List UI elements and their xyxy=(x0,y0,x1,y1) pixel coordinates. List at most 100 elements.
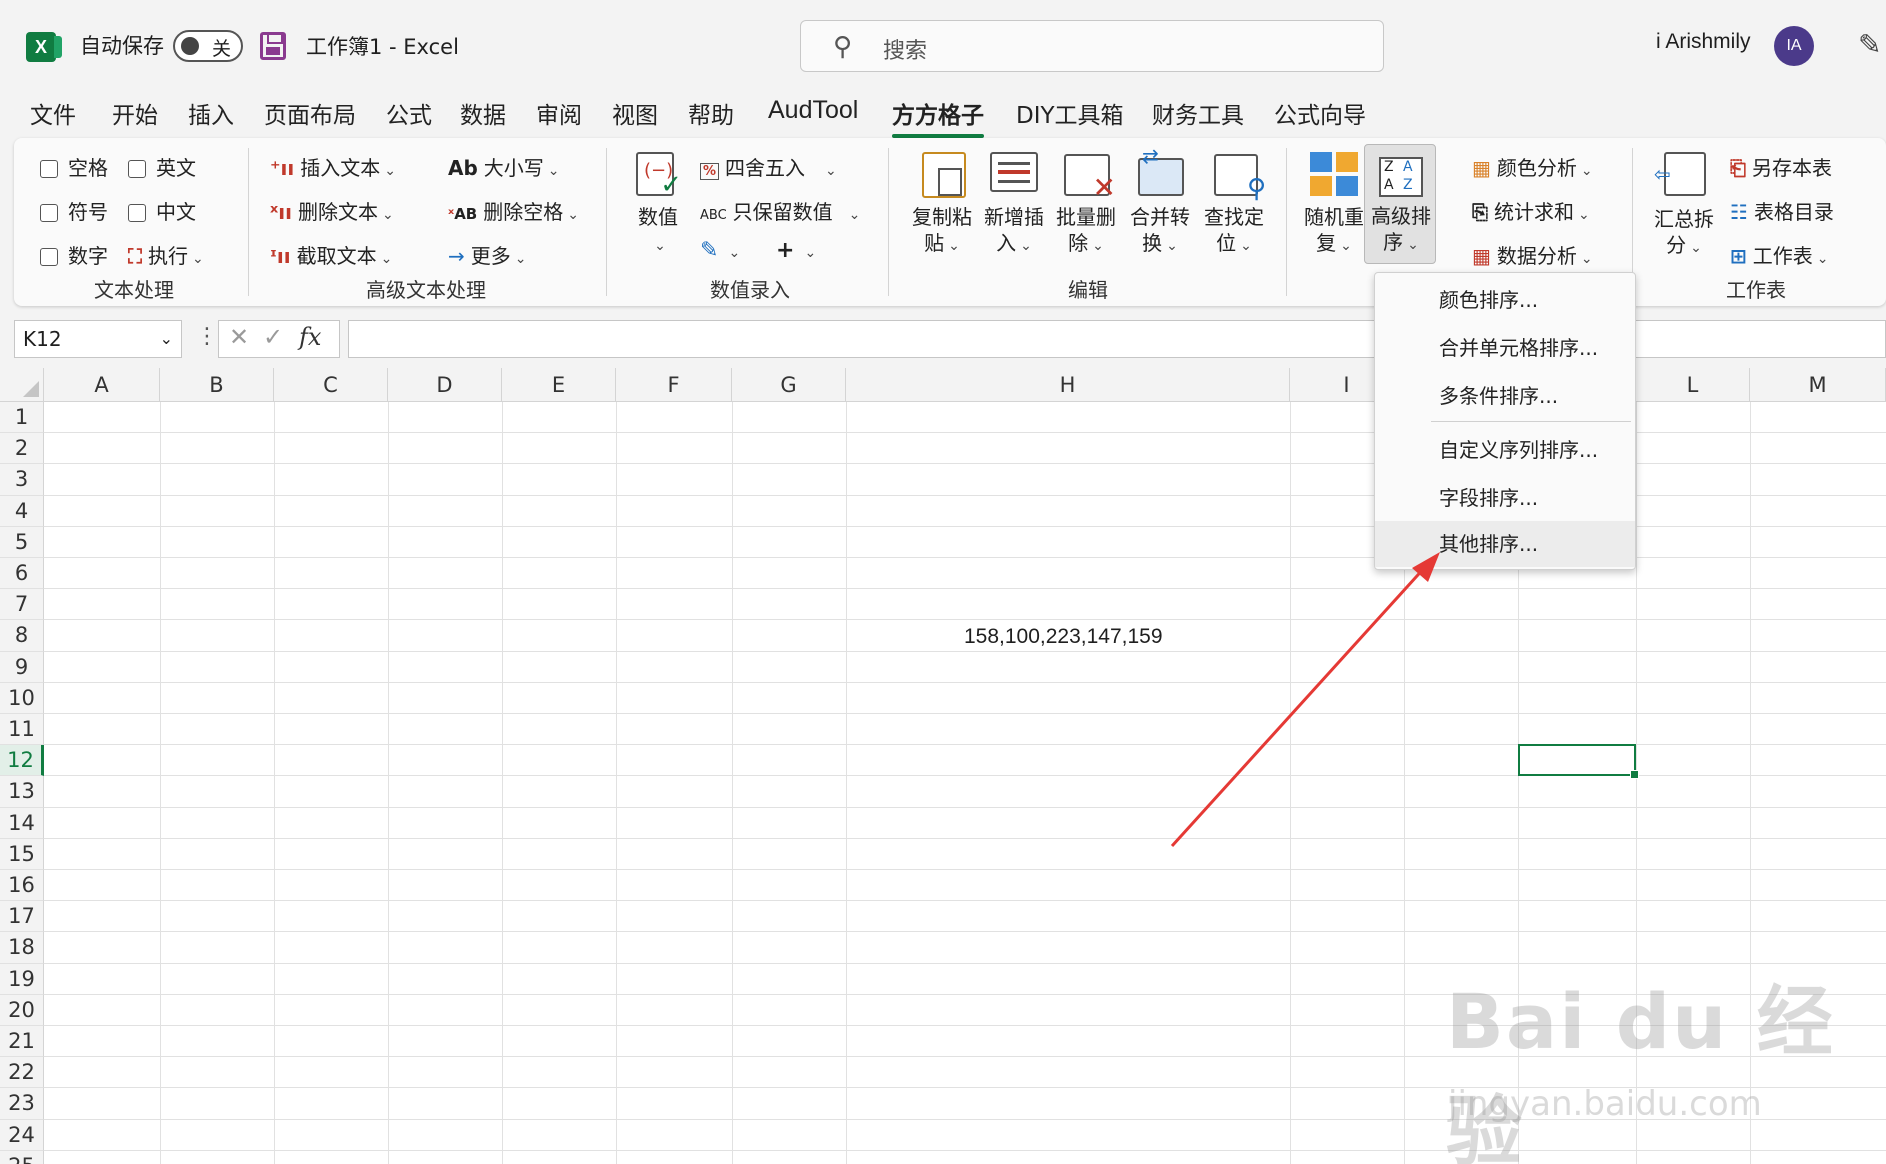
column-header[interactable]: C xyxy=(274,368,388,402)
row-header[interactable]: 19 xyxy=(0,963,44,995)
tab-view[interactable]: 视图 xyxy=(612,96,658,130)
column-header[interactable]: G xyxy=(732,368,846,402)
add-button[interactable]: + ⌄ xyxy=(776,238,816,263)
cell-h8[interactable]: 158,100,223,147,159 xyxy=(964,625,1163,649)
tab-review[interactable]: 审阅 xyxy=(536,96,582,130)
row-header[interactable]: 7 xyxy=(0,589,44,621)
tab-finance-tools[interactable]: 财务工具 xyxy=(1152,96,1244,130)
user-name[interactable]: i Arishmily xyxy=(1656,30,1751,54)
tab-formula-wizard[interactable]: 公式向导 xyxy=(1274,96,1366,130)
row-header[interactable]: 21 xyxy=(0,1026,44,1058)
color-analysis-button[interactable]: ▦ 颜色分析 ⌄ xyxy=(1472,152,1593,181)
tab-audtool[interactable]: AudTool xyxy=(768,96,858,125)
find-locate-button[interactable]: 查找定位 ⌄ xyxy=(1194,204,1274,259)
case-button[interactable]: Ab 大小写 ⌄ xyxy=(448,152,560,181)
avatar[interactable]: IA xyxy=(1774,26,1814,66)
save-icon[interactable] xyxy=(260,32,286,60)
column-header[interactable]: F xyxy=(616,368,732,402)
tab-data[interactable]: 数据 xyxy=(460,96,506,130)
edit-values-button[interactable]: ✎ ⌄ xyxy=(700,238,740,263)
pen-icon[interactable]: ✎ xyxy=(1858,28,1881,61)
tab-fangfang[interactable]: 方方格子 xyxy=(892,96,984,138)
row-header[interactable]: 23 xyxy=(0,1088,44,1120)
formula-input[interactable] xyxy=(348,320,1886,358)
merge-convert-button[interactable]: 合并转换 ⌄ xyxy=(1120,204,1200,259)
advanced-sort-button[interactable]: ZA AZ 高级排序 ⌄ xyxy=(1364,144,1436,264)
row-header[interactable]: 14 xyxy=(0,807,44,839)
checkbox-number[interactable]: 数字 xyxy=(40,240,108,269)
cancel-icon[interactable]: ✕ xyxy=(229,323,249,351)
worksheet-button[interactable]: ⊞ 工作表 ⌄ xyxy=(1730,240,1829,269)
row-header[interactable]: 13 xyxy=(0,776,44,808)
row-header[interactable]: 10 xyxy=(0,682,44,714)
insert-text-button[interactable]: ⁺ıı 插入文本 ⌄ xyxy=(270,152,396,181)
copy-paste-button[interactable]: 复制粘贴 ⌄ xyxy=(902,204,982,259)
tab-formulas[interactable]: 公式 xyxy=(386,96,432,130)
more-options-icon[interactable]: ⋮ xyxy=(196,324,218,349)
row-header[interactable]: 4 xyxy=(0,495,44,527)
sheet-index-button[interactable]: ☷ 表格目录 xyxy=(1730,196,1834,225)
confirm-icon[interactable]: ✓ xyxy=(263,323,283,351)
row-header[interactable]: 5 xyxy=(0,526,44,558)
row-header[interactable]: 3 xyxy=(0,464,44,496)
checkbox-chinese[interactable]: 中文 xyxy=(128,196,196,225)
column-header[interactable]: E xyxy=(502,368,616,402)
selected-cell-k12[interactable] xyxy=(1518,744,1639,779)
select-all-corner[interactable] xyxy=(0,368,44,402)
row-header[interactable]: 24 xyxy=(0,1119,44,1151)
tab-help[interactable]: 帮助 xyxy=(688,96,734,130)
tab-diy-toolbox[interactable]: DIY工具箱 xyxy=(1016,96,1124,130)
row-header[interactable]: 6 xyxy=(0,558,44,590)
column-header[interactable]: H xyxy=(846,368,1290,402)
menu-item-custom-list-sort[interactable]: 自定义序列排序... xyxy=(1375,427,1635,473)
column-header[interactable]: M xyxy=(1750,368,1886,402)
autosave-toggle[interactable]: 关 xyxy=(173,30,243,62)
menu-item-color-sort[interactable]: 颜色排序... xyxy=(1375,277,1635,323)
row-header[interactable]: 2 xyxy=(0,433,44,465)
delete-spaces-button[interactable]: ˣAB 删除空格 ⌄ xyxy=(448,196,579,225)
row-header[interactable]: 18 xyxy=(0,932,44,964)
stat-sum-button[interactable]: ⎘ 统计求和 ⌄ xyxy=(1472,196,1590,225)
data-analysis-button[interactable]: ▦ 数据分析 ⌄ xyxy=(1472,240,1593,269)
menu-item-merged-cell-sort[interactable]: 合并单元格排序... xyxy=(1375,325,1635,371)
keep-numeric-button[interactable]: ABC 只保留数值 ⌄ xyxy=(700,196,860,225)
insert-new-button[interactable]: 新增插入 ⌄ xyxy=(974,204,1054,259)
menu-item-other-sort[interactable]: 其他排序... xyxy=(1375,521,1635,567)
value-button[interactable]: 数值 ⌄ xyxy=(630,204,686,259)
round-button[interactable]: % 四舍五入 ⌄ xyxy=(700,152,837,181)
tab-file[interactable]: 文件 xyxy=(30,96,76,130)
column-header[interactable]: D xyxy=(388,368,502,402)
row-header[interactable]: 15 xyxy=(0,838,44,870)
tab-home[interactable]: 开始 xyxy=(112,96,158,130)
extract-text-button[interactable]: ᶦıı 截取文本 ⌄ xyxy=(270,240,392,269)
row-header[interactable]: 25 xyxy=(0,1150,44,1164)
row-header[interactable]: 8 xyxy=(0,620,44,652)
menu-item-field-sort[interactable]: 字段排序... xyxy=(1375,475,1635,521)
summarize-split-button[interactable]: 汇总拆分 ⌄ xyxy=(1646,206,1722,261)
menu-item-multi-condition-sort[interactable]: 多条件排序... xyxy=(1375,373,1635,419)
more-button[interactable]: → 更多 ⌄ xyxy=(448,240,527,269)
row-header[interactable]: 9 xyxy=(0,651,44,683)
row-header[interactable]: 22 xyxy=(0,1057,44,1089)
row-header[interactable]: 20 xyxy=(0,994,44,1026)
insert-function-icon[interactable]: fx xyxy=(299,323,321,351)
row-header[interactable]: 11 xyxy=(0,714,44,746)
row-header[interactable]: 16 xyxy=(0,870,44,902)
name-box[interactable]: K12 ⌄ xyxy=(14,320,182,358)
tab-insert[interactable]: 插入 xyxy=(188,96,234,130)
column-header[interactable]: L xyxy=(1636,368,1750,402)
tab-page-layout[interactable]: 页面布局 xyxy=(264,96,356,130)
checkbox-space[interactable]: 空格 xyxy=(40,152,108,181)
execute-button[interactable]: ⛶ 执行 ⌄ xyxy=(128,240,204,269)
row-header[interactable]: 17 xyxy=(0,901,44,933)
search-box[interactable]: ⚲ 搜索 xyxy=(800,20,1384,72)
checkbox-english[interactable]: 英文 xyxy=(128,152,196,181)
checkbox-symbol[interactable]: 符号 xyxy=(40,196,108,225)
batch-delete-button[interactable]: 批量删除 ⌄ xyxy=(1046,204,1126,259)
row-header[interactable]: 1 xyxy=(0,402,44,434)
random-repeat-button[interactable]: 随机重复 ⌄ xyxy=(1294,204,1374,259)
column-header[interactable]: B xyxy=(160,368,274,402)
row-header[interactable]: 12 xyxy=(0,745,44,777)
column-header[interactable]: A xyxy=(44,368,160,402)
save-sheet-button[interactable]: ⎗ 另存本表 xyxy=(1730,152,1832,181)
